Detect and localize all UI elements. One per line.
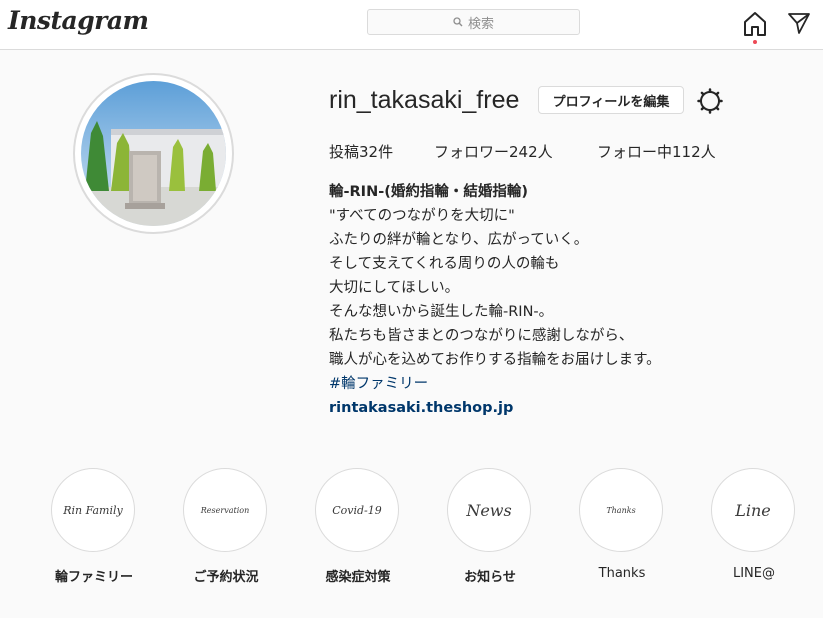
direct-message-icon[interactable]	[787, 11, 811, 35]
highlight-cover[interactable]: Covid-19	[315, 468, 399, 552]
highlight-label: ご予約状況	[193, 570, 259, 585]
bio-hashtag-link[interactable]: #輪ファミリー	[329, 372, 661, 396]
highlight-cover-text: Thanks	[606, 505, 636, 515]
bio-line: 私たちも皆さまとのつながりに感謝しながら、	[329, 328, 634, 344]
search-placeholder: 検索	[467, 16, 494, 32]
highlight-label: LINE@	[732, 566, 775, 581]
home-icon[interactable]	[742, 11, 768, 37]
highlight-item[interactable]: Covid-19 感染症対策	[315, 468, 401, 585]
highlight-cover[interactable]: News	[447, 468, 531, 552]
highlight-cover-text: Rin Family	[63, 503, 123, 517]
highlight-cover-text: News	[466, 500, 512, 520]
bio-line: "すべてのつながりを大切に"	[329, 208, 515, 224]
highlight-item[interactable]: Reservation ご予約状況	[183, 468, 269, 585]
highlight-cover[interactable]: Rin Family	[51, 468, 135, 552]
highlight-item[interactable]: News お知らせ	[447, 468, 533, 585]
following-link[interactable]: フォロー中112人	[597, 141, 716, 162]
top-navigation-bar: Instagram 検索	[0, 0, 823, 50]
edit-profile-button[interactable]: プロフィールを編集	[538, 86, 684, 114]
profile-avatar[interactable]	[73, 73, 234, 234]
highlight-item[interactable]: Thanks Thanks	[579, 468, 665, 581]
bio-line: そして支えてくれる周りの人の輪も	[329, 256, 560, 272]
profile-username: rin_takasaki_free	[329, 86, 520, 114]
search-input[interactable]: 検索	[367, 9, 580, 35]
settings-gear-icon[interactable]	[697, 88, 723, 114]
highlight-label: Thanks	[598, 566, 646, 581]
notification-dot	[753, 40, 757, 44]
highlight-item[interactable]: Line LINE@	[711, 468, 797, 581]
avatar-photo	[81, 81, 226, 226]
bio-website-link[interactable]: rintakasaki.theshop.jp	[329, 396, 661, 420]
bio-line: 大切にしてほしい。	[329, 280, 460, 296]
highlight-cover[interactable]: Reservation	[183, 468, 267, 552]
search-icon	[453, 17, 463, 27]
bio-line: そんな想いから誕生した輪-RIN-。	[329, 304, 554, 320]
profile-bio: 輪-RIN-(婚約指輪・結婚指輪) "すべてのつながりを大切に" ふたりの絆が輪…	[329, 180, 661, 420]
highlight-cover-text: Reservation	[200, 505, 250, 515]
highlight-cover[interactable]: Line	[711, 468, 795, 552]
highlight-cover[interactable]: Thanks	[579, 468, 663, 552]
highlight-cover-text: Line	[735, 500, 771, 520]
highlight-item[interactable]: Rin Family 輪ファミリー	[51, 468, 137, 585]
bio-line: 職人が心を込めてお作りする指輪をお届けします。	[329, 352, 661, 368]
highlight-label: 輪ファミリー	[54, 570, 133, 585]
posts-count: 投稿32件	[329, 143, 394, 161]
bio-line: ふたりの絆が輪となり、広がっていく。	[329, 232, 589, 248]
instagram-logo[interactable]: Instagram	[8, 6, 149, 35]
followers-link[interactable]: フォロワー242人	[434, 141, 553, 162]
bio-full-name: 輪-RIN-(婚約指輪・結婚指輪)	[329, 184, 528, 200]
highlight-label: 感染症対策	[325, 570, 391, 585]
highlight-cover-text: Covid-19	[332, 503, 382, 517]
highlight-label: お知らせ	[464, 570, 516, 585]
